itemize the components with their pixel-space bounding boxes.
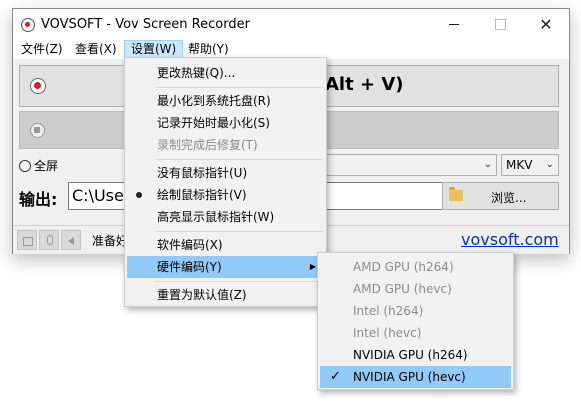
chevron-down-icon: ⌄ xyxy=(545,159,554,170)
fullscreen-option[interactable]: 全屏 xyxy=(19,157,58,174)
maximize-button[interactable] xyxy=(477,9,523,39)
menu-highlight-cursor[interactable]: 高亮显示鼠标指针(W) xyxy=(127,206,324,228)
selected-bullet-icon xyxy=(136,192,142,198)
hw-nvidia-h264[interactable]: NVIDIA GPU (h264) xyxy=(320,344,511,366)
capture-select[interactable]: ⌄ xyxy=(317,154,497,176)
output-label: 输出: xyxy=(19,190,58,209)
menu-repair-after-record: 录制完成后修复(T) xyxy=(157,138,258,152)
menu-separator xyxy=(155,281,323,282)
menu-draw-cursor[interactable]: 绘制鼠标指针(V) xyxy=(127,184,324,206)
hardware-encoding-submenu: AMD GPU (h264) AMD GPU (hevc) Intel (h26… xyxy=(317,252,514,390)
hw-intel-hevc: Intel (hevc) xyxy=(353,326,422,340)
window-title: VOVSOFT - Vov Screen Recorder xyxy=(41,17,250,32)
menu-reset-defaults[interactable]: 重置为默认值(Z) xyxy=(127,284,324,306)
hw-intel-h264: Intel (h264) xyxy=(353,304,424,318)
hw-amd-hevc: AMD GPU (hevc) xyxy=(353,282,452,296)
hw-nvidia-hevc[interactable]: ✓ NVIDIA GPU (hevc) xyxy=(320,366,511,388)
folder-icon xyxy=(449,187,463,201)
title-bar[interactable]: VOVSOFT - Vov Screen Recorder ✕ xyxy=(13,9,569,39)
minimize-button[interactable] xyxy=(431,9,477,39)
settings-menu: 更改热键(Q)... 最小化到系统托盘(R) 记录开始时最小化(S) 录制完成后… xyxy=(124,57,327,307)
app-record-icon xyxy=(21,18,35,32)
browse-button[interactable]: 浏览... xyxy=(442,182,559,210)
fullscreen-label: 全屏 xyxy=(34,159,59,173)
stop-icon xyxy=(30,123,45,138)
format-select[interactable]: MKV ⌄ xyxy=(501,154,559,176)
speaker-icon[interactable] xyxy=(61,230,81,250)
close-button[interactable]: ✕ xyxy=(523,9,569,39)
source-toggles xyxy=(17,230,81,250)
format-value: MKV xyxy=(506,158,533,172)
submenu-arrow-icon: ▶ xyxy=(309,262,316,271)
microphone-icon[interactable] xyxy=(39,230,59,250)
menu-minimize-on-record[interactable]: 记录开始时最小化(S) xyxy=(127,112,324,134)
menu-view[interactable]: 查看(X) xyxy=(69,40,123,59)
menu-change-hotkey[interactable]: 更改热键(Q)... xyxy=(127,62,324,84)
fullscreen-radio[interactable] xyxy=(19,159,31,172)
menu-software-encoding[interactable]: 软件编码(X) xyxy=(127,234,324,256)
browse-label: 浏览... xyxy=(491,191,527,205)
menu-hardware-encoding[interactable]: 硬件编码(Y) ▶ xyxy=(127,256,324,278)
hw-amd-h264: AMD GPU (h264) xyxy=(353,260,454,274)
menu-bar: 文件(Z) 查看(X) 设置(W) 帮助(Y) xyxy=(13,39,569,59)
chevron-down-icon: ⌄ xyxy=(483,159,492,170)
webcam-icon[interactable] xyxy=(17,230,37,250)
record-hotkey-label: Alt + V) xyxy=(325,74,404,95)
checkmark-icon: ✓ xyxy=(330,369,341,384)
menu-separator xyxy=(155,87,323,88)
menu-separator xyxy=(155,231,323,232)
menu-no-cursor[interactable]: 没有鼠标指针(U) xyxy=(127,162,324,184)
record-icon xyxy=(30,78,46,94)
vovsoft-link[interactable]: vovsoft.com xyxy=(461,230,559,249)
status-text: 准备好 xyxy=(92,234,129,248)
menu-minimize-to-tray[interactable]: 最小化到系统托盘(R) xyxy=(127,90,324,112)
menu-separator xyxy=(155,159,323,160)
menu-file[interactable]: 文件(Z) xyxy=(15,40,69,59)
